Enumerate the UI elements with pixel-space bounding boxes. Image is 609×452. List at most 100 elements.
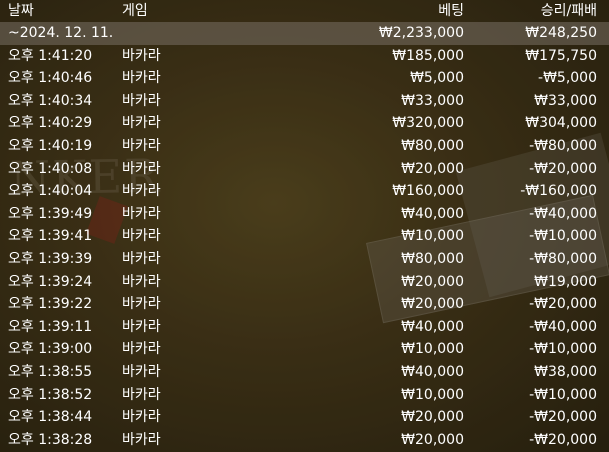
row-time: 오후 1:39:00	[8, 341, 93, 358]
row-result: -₩10,000	[529, 228, 597, 245]
header-game: 게임	[122, 3, 148, 19]
row-game: 바카라	[122, 273, 161, 290]
row-time: 오후 1:40:29	[8, 115, 93, 132]
row-bet: ₩20,000	[401, 273, 464, 290]
row-bet: ₩80,000	[401, 250, 464, 267]
row-result: ₩33,000	[534, 92, 597, 109]
row-bet: ₩5,000	[410, 70, 464, 87]
row-bet: ₩10,000	[401, 228, 464, 245]
row-bet: ₩20,000	[401, 160, 464, 177]
table-row[interactable]: 오후 1:38:44 바카라 ₩20,000 -₩20,000	[0, 406, 609, 429]
row-bet: ₩10,000	[401, 386, 464, 403]
row-result: ₩19,000	[534, 273, 597, 290]
row-time: 오후 1:40:08	[8, 160, 93, 177]
row-game: 바카라	[122, 70, 161, 87]
row-bet: ₩20,000	[401, 409, 464, 426]
row-game: 바카라	[122, 137, 161, 154]
table-row[interactable]: 오후 1:40:46 바카라 ₩5,000 -₩5,000	[0, 67, 609, 90]
table-row[interactable]: 오후 1:40:34 바카라 ₩33,000 ₩33,000	[0, 90, 609, 113]
row-game: 바카라	[122, 363, 161, 380]
row-time: 오후 1:40:19	[8, 137, 93, 154]
row-game: 바카라	[122, 115, 161, 132]
row-bet: ₩80,000	[401, 137, 464, 154]
row-bet: ₩20,000	[401, 296, 464, 313]
row-game: 바카라	[122, 409, 161, 426]
table-row[interactable]: 오후 1:38:28 바카라 ₩20,000 -₩20,000	[0, 429, 609, 452]
row-game: 바카라	[122, 318, 161, 335]
table-row[interactable]: 오후 1:38:52 바카라 ₩10,000 -₩10,000	[0, 384, 609, 407]
row-result: -₩20,000	[529, 431, 597, 448]
row-bet: ₩40,000	[401, 363, 464, 380]
row-bet: ₩160,000	[392, 183, 464, 200]
row-time: 오후 1:39:11	[8, 318, 93, 335]
table-row[interactable]: 오후 1:41:20 바카라 ₩185,000 ₩175,750	[0, 45, 609, 68]
row-game: 바카라	[122, 47, 161, 64]
header-date: 날짜	[8, 3, 34, 19]
row-time: 오후 1:38:44	[8, 409, 93, 426]
table-row[interactable]: 오후 1:39:22 바카라 ₩20,000 -₩20,000	[0, 293, 609, 316]
row-time: 오후 1:41:20	[8, 47, 93, 64]
table-row[interactable]: 오후 1:39:41 바카라 ₩10,000 -₩10,000	[0, 225, 609, 248]
row-time: 오후 1:39:49	[8, 205, 93, 222]
row-result: ₩304,000	[525, 115, 597, 132]
row-game: 바카라	[122, 205, 161, 222]
row-time: 오후 1:38:52	[8, 386, 93, 403]
row-bet: ₩40,000	[401, 205, 464, 222]
row-result: -₩160,000	[520, 183, 597, 200]
row-result: -₩20,000	[529, 296, 597, 313]
summary-row[interactable]: ~2024. 12. 11. ₩2,233,000 ₩248,250	[0, 22, 609, 45]
table-row[interactable]: 오후 1:40:08 바카라 ₩20,000 -₩20,000	[0, 158, 609, 181]
row-time: 오후 1:39:24	[8, 273, 93, 290]
row-time: 오후 1:38:28	[8, 431, 93, 448]
row-game: 바카라	[122, 183, 161, 200]
row-game: 바카라	[122, 92, 161, 109]
summary-date: ~2024. 12. 11.	[8, 25, 114, 41]
row-bet: ₩40,000	[401, 318, 464, 335]
row-result: -₩10,000	[529, 341, 597, 358]
row-game: 바카라	[122, 250, 161, 267]
table-row[interactable]: 오후 1:39:24 바카라 ₩20,000 ₩19,000	[0, 271, 609, 294]
summary-result-total: ₩248,250	[525, 25, 597, 41]
row-bet: ₩33,000	[401, 92, 464, 109]
table-row[interactable]: 오후 1:39:39 바카라 ₩80,000 -₩80,000	[0, 248, 609, 271]
table-row[interactable]: 오후 1:39:49 바카라 ₩40,000 -₩40,000	[0, 203, 609, 226]
table-body: 오후 1:41:20 바카라 ₩185,000 ₩175,750 오후 1:40:46 바…	[0, 45, 609, 452]
row-game: 바카라	[122, 160, 161, 177]
row-game: 바카라	[122, 228, 161, 245]
summary-bet-total: ₩2,233,000	[378, 25, 464, 41]
row-result: -₩40,000	[529, 205, 597, 222]
table-row[interactable]: 오후 1:39:00 바카라 ₩10,000 -₩10,000	[0, 338, 609, 361]
table-row[interactable]: 오후 1:39:11 바카라 ₩40,000 -₩40,000	[0, 316, 609, 339]
row-bet: ₩185,000	[392, 47, 464, 64]
row-result: -₩80,000	[529, 250, 597, 267]
row-game: 바카라	[122, 296, 161, 313]
row-result: -₩5,000	[538, 70, 597, 87]
row-game: 바카라	[122, 431, 161, 448]
row-time: 오후 1:40:46	[8, 70, 93, 87]
row-result: ₩38,000	[534, 363, 597, 380]
row-time: 오후 1:39:41	[8, 228, 93, 245]
row-bet: ₩10,000	[401, 341, 464, 358]
header-result: 승리/패배	[540, 3, 597, 19]
row-time: 오후 1:40:04	[8, 183, 93, 200]
bet-history-table: 날짜 게임 베팅 승리/패배 ~2024. 12. 11. ₩2,233,000…	[0, 0, 609, 451]
header-bet: 베팅	[438, 3, 464, 19]
row-result: -₩20,000	[529, 160, 597, 177]
row-result: -₩40,000	[529, 318, 597, 335]
row-bet: ₩20,000	[401, 431, 464, 448]
row-result: -₩10,000	[529, 386, 597, 403]
row-result: -₩80,000	[529, 137, 597, 154]
table-row[interactable]: 오후 1:40:29 바카라 ₩320,000 ₩304,000	[0, 112, 609, 135]
row-bet: ₩320,000	[392, 115, 464, 132]
row-game: 바카라	[122, 341, 161, 358]
table-row[interactable]: 오후 1:40:04 바카라 ₩160,000 -₩160,000	[0, 180, 609, 203]
row-time: 오후 1:39:22	[8, 296, 93, 313]
table-header-row: 날짜 게임 베팅 승리/패배	[0, 0, 609, 22]
row-time: 오후 1:40:34	[8, 92, 93, 109]
row-result: ₩175,750	[525, 47, 597, 64]
table-row[interactable]: 오후 1:38:55 바카라 ₩40,000 ₩38,000	[0, 361, 609, 384]
row-result: -₩20,000	[529, 409, 597, 426]
table-row[interactable]: 오후 1:40:19 바카라 ₩80,000 -₩80,000	[0, 135, 609, 158]
row-time: 오후 1:39:39	[8, 250, 93, 267]
row-time: 오후 1:38:55	[8, 363, 93, 380]
